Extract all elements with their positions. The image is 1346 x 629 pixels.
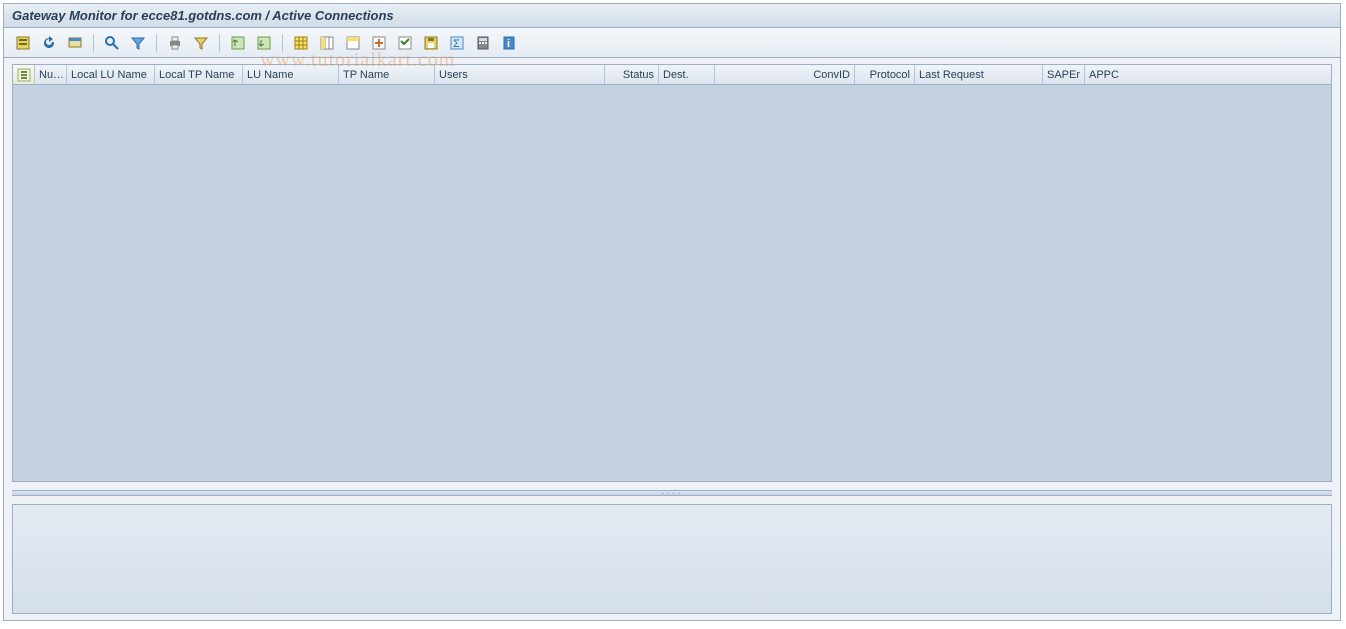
col-label: Protocol [870, 69, 910, 81]
toolbar-sep [219, 34, 220, 52]
toolbar-sep [156, 34, 157, 52]
col-label: Nu… [39, 69, 64, 81]
toolbar-sep [93, 34, 94, 52]
save-layout-icon[interactable] [420, 33, 442, 53]
col-label: TP Name [343, 69, 389, 81]
col-label: Last Request [919, 69, 984, 81]
col-header-local-tp[interactable]: Local TP Name [155, 65, 243, 84]
find-icon[interactable] [101, 33, 123, 53]
toolbar: Σ i [4, 28, 1340, 58]
col-label: Local LU Name [71, 69, 147, 81]
svg-text:Σ: Σ [453, 38, 460, 50]
col-header-saper[interactable]: SAPEr [1043, 65, 1085, 84]
display-icon[interactable] [64, 33, 86, 53]
col-label: LU Name [247, 69, 293, 81]
sort-desc-icon[interactable] [253, 33, 275, 53]
grid-header-row: Nu… Local LU Name Local TP Name LU Name … [13, 65, 1331, 85]
refresh-icon[interactable] [38, 33, 60, 53]
col-header-local-lu[interactable]: Local LU Name [67, 65, 155, 84]
details-icon[interactable] [12, 33, 34, 53]
sort-asc-icon[interactable] [227, 33, 249, 53]
col-header-tp[interactable]: TP Name [339, 65, 435, 84]
select-all-icon[interactable] [13, 65, 35, 84]
sum-icon[interactable]: Σ [446, 33, 468, 53]
splitter-handle[interactable] [12, 490, 1332, 496]
col-header-convid[interactable]: ConvID [715, 65, 855, 84]
col-label: Status [623, 69, 654, 81]
grid-icon[interactable] [290, 33, 312, 53]
app-window: Gateway Monitor for ecce81.gotdns.com / … [3, 3, 1341, 621]
col-header-status[interactable]: Status [605, 65, 659, 84]
col-header-protocol[interactable]: Protocol [855, 65, 915, 84]
layout-icon[interactable] [342, 33, 364, 53]
col-header-last-request[interactable]: Last Request [915, 65, 1043, 84]
title-bar: Gateway Monitor for ecce81.gotdns.com / … [4, 4, 1340, 28]
col-label: ConvID [813, 69, 850, 81]
col-label: Local TP Name [159, 69, 234, 81]
col-label: APPC [1089, 69, 1119, 81]
export-icon[interactable] [190, 33, 212, 53]
page-title: Gateway Monitor for ecce81.gotdns.com / … [12, 8, 394, 23]
col-header-appc[interactable]: APPC [1085, 65, 1145, 84]
svg-text:i: i [507, 38, 510, 50]
change-layout-icon[interactable] [368, 33, 390, 53]
info-icon[interactable]: i [498, 33, 520, 53]
select-layout-icon[interactable] [394, 33, 416, 53]
col-label: Users [439, 69, 468, 81]
print-icon[interactable] [164, 33, 186, 53]
col-header-users[interactable]: Users [435, 65, 605, 84]
grid-frame: Nu… Local LU Name Local TP Name LU Name … [12, 64, 1332, 482]
col-label: Dest. [663, 69, 689, 81]
lower-pane [12, 504, 1332, 614]
filter-icon[interactable] [127, 33, 149, 53]
col-header-dest[interactable]: Dest. [659, 65, 715, 84]
col-header-lu[interactable]: LU Name [243, 65, 339, 84]
content-area: Nu… Local LU Name Local TP Name LU Name … [4, 58, 1340, 620]
toolbar-sep [282, 34, 283, 52]
col-label: SAPEr [1047, 69, 1080, 81]
grid-body[interactable] [13, 85, 1331, 481]
col-header-number[interactable]: Nu… [35, 65, 67, 84]
columns-icon[interactable] [316, 33, 338, 53]
calc-icon[interactable] [472, 33, 494, 53]
